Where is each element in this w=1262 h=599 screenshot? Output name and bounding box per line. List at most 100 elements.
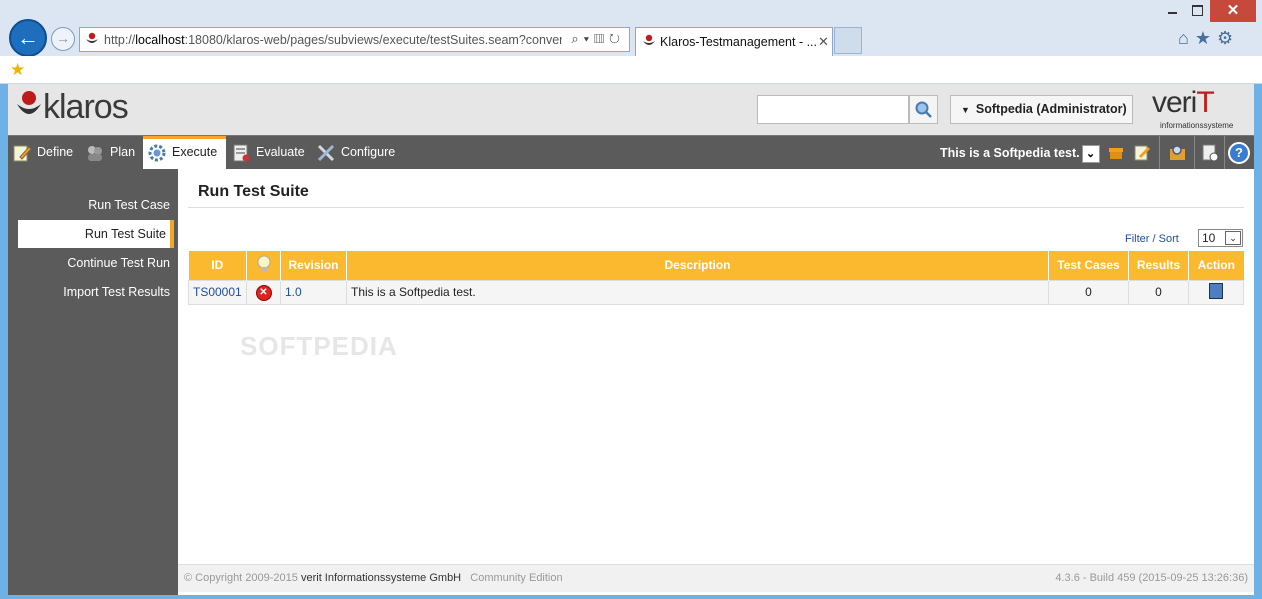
cell-test-cases: 0 bbox=[1048, 279, 1129, 305]
refresh-icon[interactable]: ↻ bbox=[609, 31, 625, 46]
sidebar: Run Test Case Run Test Suite Continue Te… bbox=[8, 169, 178, 595]
url-prefix: http:// bbox=[104, 33, 136, 47]
dropdown-icon[interactable]: ▾ bbox=[584, 31, 594, 46]
define-icon bbox=[13, 145, 32, 162]
build-info: 4.3.6 - Build 459 (2015-09-25 13:26:36) bbox=[1055, 572, 1248, 584]
address-text[interactable]: http://localhost:18080/klaros-web/pages/… bbox=[104, 33, 562, 47]
main-menu: Define Plan Execute Evaluate Configure T… bbox=[8, 135, 1254, 170]
execute-action-icon[interactable] bbox=[1209, 282, 1223, 299]
page-size-value: 10 bbox=[1202, 231, 1216, 245]
project-select[interactable]: This is a Softpedia test. ⌄ bbox=[938, 142, 1100, 164]
test-suite-id-link[interactable]: TS00001 bbox=[193, 285, 242, 299]
toolbar-icons: ⌂★⚙ bbox=[1178, 28, 1239, 49]
sidebar-item-import-test-results[interactable]: Import Test Results bbox=[18, 278, 174, 306]
favorites-bar: ★ bbox=[0, 56, 1262, 84]
divider bbox=[188, 207, 1244, 208]
menu-define[interactable]: Define bbox=[8, 136, 80, 170]
tab-close-icon[interactable]: ✕ bbox=[818, 34, 829, 50]
verit-logo: veriT informationssysteme bbox=[1151, 86, 1251, 131]
column-header-action: Action bbox=[1188, 251, 1244, 280]
cell-revision[interactable]: 1.0 bbox=[280, 279, 347, 305]
menu-configure[interactable]: Configure bbox=[312, 136, 402, 170]
logo-text: klaros bbox=[43, 88, 129, 126]
footer: © Copyright 2009-2015 verit Informations… bbox=[178, 564, 1254, 592]
klaros-logo-icon bbox=[17, 91, 41, 114]
menu-label: Evaluate bbox=[256, 145, 305, 159]
new-tab-button[interactable] bbox=[834, 27, 862, 54]
column-header-id[interactable]: ID bbox=[188, 251, 247, 280]
column-header-description[interactable]: Description bbox=[346, 251, 1049, 280]
archive-icon[interactable] bbox=[1106, 143, 1126, 163]
company-name: verit Informationssysteme GmbH bbox=[300, 572, 462, 584]
filter-sort-link[interactable]: Filter / Sort bbox=[1125, 233, 1179, 245]
project-name: This is a Softpedia test. bbox=[940, 146, 1080, 160]
home-icon[interactable]: ⌂ bbox=[1178, 28, 1195, 48]
cell-results: 0 bbox=[1128, 279, 1189, 305]
klaros-favicon-icon bbox=[643, 34, 655, 45]
user-menu-button[interactable]: ▼ Softpedia (Administrator) bbox=[950, 95, 1133, 124]
cell-action bbox=[1188, 279, 1244, 305]
window-close-button[interactable]: ✕ bbox=[1210, 0, 1256, 22]
column-header-revision[interactable]: Revision bbox=[280, 251, 347, 280]
caret-down-icon: ▼ bbox=[961, 105, 970, 115]
revision-link[interactable]: 1.0 bbox=[285, 285, 302, 299]
history-document-icon[interactable] bbox=[1200, 143, 1220, 163]
column-header-results[interactable]: Results bbox=[1128, 251, 1189, 280]
column-header-test-cases[interactable]: Test Cases bbox=[1048, 251, 1129, 280]
footer-copyright: © Copyright 2009-2015 verit Informations… bbox=[184, 565, 563, 592]
search-input[interactable] bbox=[757, 95, 909, 124]
forward-button[interactable]: → bbox=[51, 27, 75, 51]
cell-description: This is a Softpedia test. bbox=[346, 279, 1049, 305]
address-bar[interactable]: http://localhost:18080/klaros-web/pages/… bbox=[79, 27, 630, 52]
menu-evaluate[interactable]: Evaluate bbox=[227, 136, 309, 170]
column-header-status[interactable] bbox=[246, 251, 281, 280]
search-folder-icon[interactable] bbox=[1168, 143, 1188, 163]
browser-tab[interactable]: Klaros-Testmanagement - ... ✕ bbox=[635, 27, 833, 56]
cell-id[interactable]: TS00001 bbox=[188, 279, 247, 305]
browser-chrome: ✕ ← → http://localhost:18080/klaros-web/… bbox=[0, 0, 1262, 84]
verit-logo-subtitle: informationssysteme bbox=[1160, 121, 1234, 130]
edit-icon[interactable] bbox=[1132, 143, 1152, 163]
main-content: Run Test Suite Filter / Sort 10 ⌄ ID Rev… bbox=[178, 169, 1254, 595]
evaluate-report-icon bbox=[233, 144, 250, 162]
menu-label: Execute bbox=[172, 145, 218, 159]
page-size-select[interactable]: 10 ⌄ bbox=[1198, 229, 1243, 247]
menu-label: Plan bbox=[110, 145, 136, 159]
search-icon[interactable]: ⌕ bbox=[571, 31, 583, 46]
maximize-button[interactable] bbox=[1187, 0, 1209, 22]
page-title: Run Test Suite bbox=[198, 183, 309, 200]
tab-title: Klaros-Testmanagement - ... bbox=[660, 35, 818, 49]
sidebar-item-run-test-case[interactable]: Run Test Case bbox=[18, 191, 174, 219]
verit-logo-part-a: veri bbox=[1152, 86, 1197, 119]
table-row: TS00001 ✕ 1.0 This is a Softpedia test. … bbox=[188, 279, 1244, 305]
search-icon bbox=[915, 101, 932, 118]
compat-view-icon[interactable]: ▥ bbox=[594, 31, 609, 46]
gear-icon[interactable]: ⚙ bbox=[1217, 28, 1239, 48]
menu-label: Define bbox=[37, 145, 74, 159]
url-path: :18080/klaros-web/pages/subviews/execute… bbox=[184, 33, 562, 47]
sidebar-item-continue-test-run[interactable]: Continue Test Run bbox=[18, 249, 174, 277]
add-favorite-icon[interactable]: ★ bbox=[10, 60, 25, 80]
cell-status: ✕ bbox=[246, 279, 281, 305]
sidebar-item-run-test-suite[interactable]: Run Test Suite bbox=[18, 220, 174, 248]
favorites-star-icon[interactable]: ★ bbox=[1195, 28, 1217, 48]
minimize-button[interactable] bbox=[1157, 0, 1187, 22]
klaros-favicon-icon bbox=[86, 32, 98, 43]
klaros-logo[interactable]: klaros bbox=[16, 88, 129, 128]
divider bbox=[1194, 136, 1195, 170]
search-button[interactable] bbox=[909, 95, 938, 124]
failed-status-icon: ✕ bbox=[255, 284, 272, 301]
help-icon[interactable]: ? bbox=[1228, 142, 1250, 164]
web-page: klaros ▼ Softpedia (Administrator) veriT … bbox=[8, 84, 1254, 595]
gear-icon bbox=[148, 144, 166, 162]
chevron-down-icon[interactable]: ⌄ bbox=[1225, 231, 1241, 245]
back-button[interactable]: ← bbox=[9, 19, 47, 57]
test-suite-table: ID Revision Description Test Cases Resul… bbox=[188, 251, 1244, 305]
menu-execute[interactable]: Execute bbox=[143, 136, 226, 170]
lightbulb-icon bbox=[257, 255, 270, 271]
menu-label: Configure bbox=[341, 145, 396, 159]
menu-plan[interactable]: Plan bbox=[81, 136, 147, 170]
app-header: klaros ▼ Softpedia (Administrator) veriT … bbox=[8, 84, 1254, 135]
chevron-down-icon[interactable]: ⌄ bbox=[1081, 144, 1100, 163]
divider bbox=[1159, 136, 1160, 170]
